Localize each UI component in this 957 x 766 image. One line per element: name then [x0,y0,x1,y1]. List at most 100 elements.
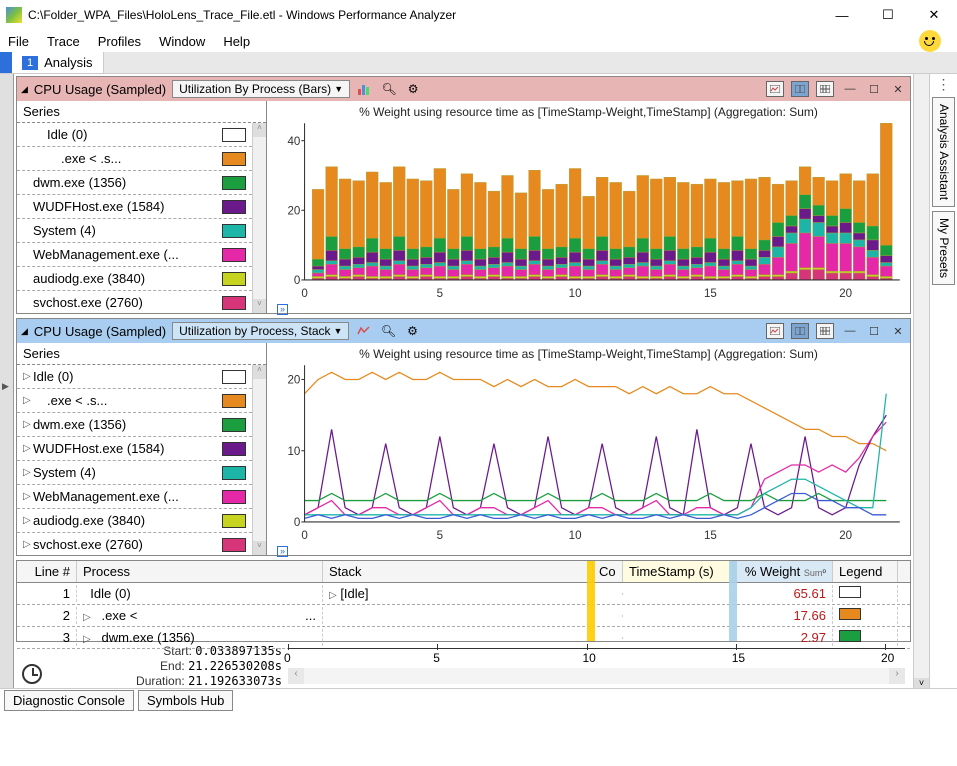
panel2-minimize[interactable]: — [842,325,858,337]
panel2-close[interactable]: ✕ [890,325,906,337]
timeline-axis[interactable]: 05101520 ‹› [288,644,905,686]
table-yellow-marker [587,561,595,641]
table-row[interactable]: 2▷ .exe < ...17.66 [17,605,910,627]
feedback-smile-icon[interactable] [919,30,941,52]
panel1-collapse-icon[interactable]: ◢ [21,84,28,95]
panel2-view-split[interactable] [791,323,809,339]
svg-text:0: 0 [294,274,300,287]
workspace-vscroll[interactable]: ˅ [913,74,929,688]
series-row[interactable]: audiodg.exe (3840) [17,267,252,291]
panel2-series-box: Series ▷Idle (0)▷.exe < .s...▷dwm.exe (1… [17,343,267,555]
tab-label: Analysis [44,55,92,70]
panel1-chart[interactable]: 0204005101520 [273,119,904,299]
series-label: System (4) [33,465,218,480]
series-row[interactable]: ▷audiodg.exe (3840) [17,509,252,533]
panel2-chart[interactable]: 0102005101520 [273,361,904,541]
panel2-series-scrollbar[interactable]: ˄˅ [252,365,266,555]
th-line[interactable]: Line # [17,561,77,582]
table-blue-marker [729,561,737,641]
timeline-hscroll[interactable]: ‹› [288,668,905,684]
maximize-button[interactable]: ☐ [865,0,911,30]
close-button[interactable]: ✕ [911,0,957,30]
panel1-view-split[interactable] [791,81,809,97]
series-row[interactable]: WUDFHost.exe (1584) [17,195,252,219]
menu-trace[interactable]: Trace [47,34,80,49]
panel1-search-icon[interactable]: 🔍︎ [380,80,398,98]
series-row[interactable]: ▷WebManagement.exe (... [17,485,252,509]
th-stack[interactable]: Stack [323,561,593,582]
expander-icon[interactable]: ▷ [23,371,33,382]
series-row[interactable]: .exe < .s... [17,147,252,171]
expander-icon[interactable]: ▷ [23,515,33,526]
menu-profiles[interactable]: Profiles [98,34,141,49]
panel2-scroll-indicator[interactable]: » [273,541,904,555]
panel1-maximize[interactable]: ☐ [866,83,882,95]
panel1-view-table[interactable] [816,81,834,97]
tab-my-presets[interactable]: My Presets [932,211,955,285]
series-row[interactable]: System (4) [17,219,252,243]
th-legend[interactable]: Legend [833,561,898,582]
panel2-chart-area: % Weight using resource time as [TimeSta… [267,343,910,555]
expander-icon[interactable]: ▷ [23,539,33,550]
expander-icon[interactable]: ▷ [23,467,33,478]
th-weight[interactable]: % Weight Sum⁰ [733,561,833,582]
panel2-chart-type-icon[interactable] [355,322,373,340]
series-row[interactable]: svchost.exe (2760) [17,291,252,313]
panel2-view-chart[interactable] [766,323,784,339]
panel2-preset-selector[interactable]: Utilization by Process, Stack ▼ [172,322,349,340]
panel1-series-box: Series Idle (0).exe < .s...dwm.exe (1356… [17,101,267,313]
series-row[interactable]: ▷svchost.exe (2760) [17,533,252,555]
expander-icon[interactable]: ▷ [23,419,33,430]
expander-icon[interactable]: ▷ [23,491,33,502]
panel1-close[interactable]: ✕ [890,83,906,95]
panel1-series-list: Idle (0).exe < .s...dwm.exe (1356)WUDFHo… [17,123,252,313]
table-row[interactable]: 1 Idle (0)▷ [Idle]65.61 [17,583,910,605]
panel1-chart-title: % Weight using resource time as [TimeSta… [273,105,904,119]
svg-text:0: 0 [294,516,300,529]
panel1-settings-icon[interactable]: ⚙ [404,80,422,98]
panel2-collapse-icon[interactable]: ◢ [21,326,28,337]
app-icon [6,7,22,23]
series-row[interactable]: Idle (0) [17,123,252,147]
tab-strip-indicator [0,52,12,73]
panel2-settings-icon[interactable]: ⚙ [403,322,421,340]
series-row[interactable]: dwm.exe (1356) [17,171,252,195]
menu-help[interactable]: Help [223,34,250,49]
expander-icon[interactable]: ▷ [23,443,33,454]
panel1-minimize[interactable]: — [842,83,858,95]
timeline-end-value: 21.226530208s [188,659,282,673]
panel2-maximize[interactable]: ☐ [866,325,882,337]
th-count[interactable]: Co [593,561,623,582]
panel2-search-icon[interactable]: 🔍︎ [379,322,397,340]
series-row[interactable]: WebManagement.exe (... [17,243,252,267]
series-swatch [222,152,246,166]
table-header-row: Line # Process Stack Co TimeStamp (s) % … [17,561,910,583]
left-expand-gutter[interactable]: ▶ [0,74,14,688]
diagnostic-console-button[interactable]: Diagnostic Console [4,690,134,711]
svg-text:10: 10 [287,445,300,458]
panel2-view-table[interactable] [816,323,834,339]
tab-analysis[interactable]: 1 Analysis [12,52,104,73]
series-row[interactable]: ▷dwm.exe (1356) [17,413,252,437]
timeline-duration-value: 21.192633073s [188,674,282,688]
series-row[interactable]: ▷WUDFHost.exe (1584) [17,437,252,461]
right-sidebar-handle[interactable]: ⋮ [930,74,957,95]
th-process[interactable]: Process [77,561,323,582]
series-row[interactable]: ▷.exe < .s... [17,389,252,413]
menu-window[interactable]: Window [159,34,205,49]
tab-strip: 1 Analysis [0,52,957,74]
panel1-series-scrollbar[interactable]: ˄˅ [252,123,266,313]
series-row[interactable]: ▷Idle (0) [17,365,252,389]
symbols-hub-button[interactable]: Symbols Hub [138,690,233,711]
expander-icon[interactable]: ▷ [23,395,33,406]
tab-analysis-assistant[interactable]: Analysis Assistant [932,97,955,207]
menu-file[interactable]: File [8,34,29,49]
th-timestamp[interactable]: TimeStamp (s) [623,561,733,582]
panel1-preset-selector[interactable]: Utilization By Process (Bars) ▼ [172,80,350,98]
panel1-chart-type-icon[interactable] [356,80,374,98]
panel1-view-chart[interactable] [766,81,784,97]
menubar: File Trace Profiles Window Help [0,30,957,52]
panel1-scroll-indicator[interactable]: » [273,299,904,313]
series-row[interactable]: ▷System (4) [17,461,252,485]
minimize-button[interactable]: — [819,0,865,30]
